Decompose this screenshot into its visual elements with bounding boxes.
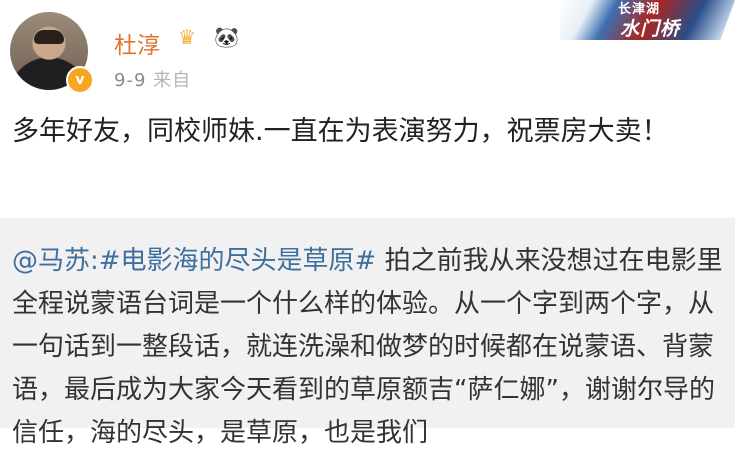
verified-badge-icon: v [66, 66, 94, 94]
repost-text: @马苏:#电影海的尽头是草原# 拍之前我从来没想过在电影里全程说蒙语台词是一个什… [12, 240, 730, 455]
repost-hashtag[interactable]: #电影海的尽头是草原# [99, 246, 377, 276]
user-name[interactable]: 杜淳 [114, 26, 160, 60]
post-meta: 9-9 来自 [114, 66, 191, 92]
repost-body: 拍之前我从来没想过在电影里全程说蒙语台词是一个什么样的体验。从一个字到两个字，从… [12, 246, 723, 448]
promo-banner[interactable]: 长津湖 水门桥 [560, 0, 735, 40]
promo-banner-line2: 水门桥 [620, 18, 681, 40]
crown-icon: ♛ [178, 25, 196, 49]
avatar-hair [34, 30, 64, 44]
panda-icon: 🐼 [214, 25, 239, 49]
post-source: 来自 [153, 70, 192, 91]
post-date: 9-9 [114, 70, 147, 91]
repost-mention[interactable]: @马苏: [12, 246, 99, 276]
post-text: 多年好友，同校师妹.一直在为表演努力，祝票房大卖！ [12, 116, 669, 147]
